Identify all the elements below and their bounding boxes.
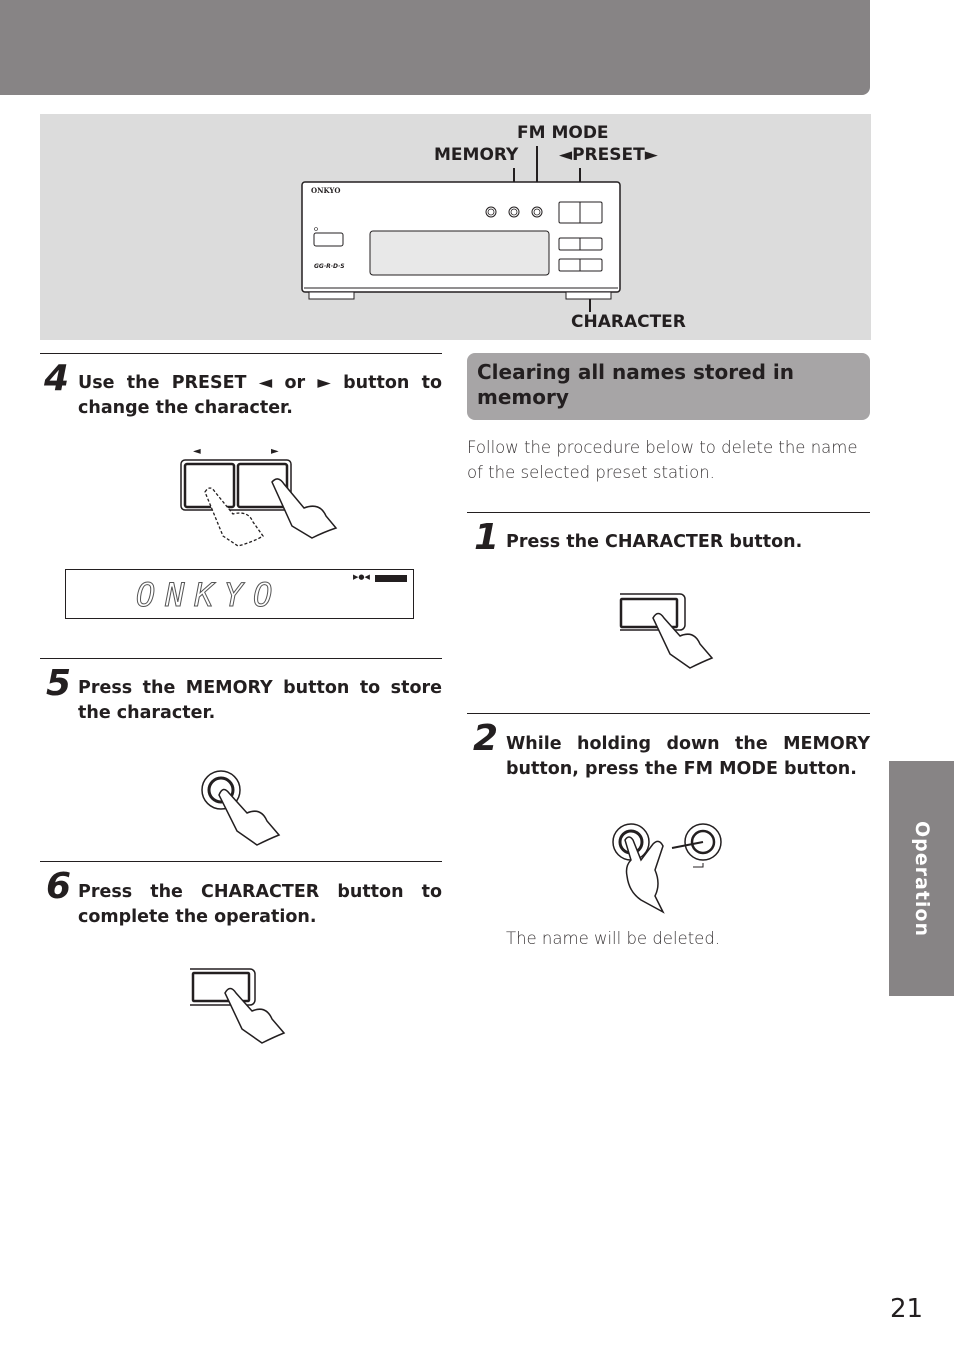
step-6-text: Press the CHARACTER button to complete t…: [78, 882, 442, 927]
step-5-divider: [40, 658, 442, 659]
step-5-text: Press the MEMORY button to store the cha…: [78, 678, 442, 723]
foot-left: [308, 291, 355, 300]
step-5-number: 5: [46, 663, 72, 704]
lcd-text: ONKYO: [135, 576, 283, 615]
preset-press-illustration: ◄ ►: [180, 446, 338, 547]
character-press-illustration: [190, 968, 286, 1044]
clear-step-1-text: Press the CHARACTER button.: [506, 532, 803, 552]
clear-step-2-text: While holding down the MEMORY button, pr…: [506, 734, 870, 779]
preset-right-arrow-icon: ►: [271, 446, 279, 457]
side-tab-label: Operation: [910, 820, 933, 937]
hand-pointer-icon: [652, 612, 714, 669]
stereo-indicator-icon: ▶●◀: [353, 573, 370, 581]
memory-fm-mode-press-illustration: [612, 823, 722, 914]
tuner-illustration: ONKYO GG·R·D·S: [301, 146, 621, 312]
brand-logo: ONKYO: [311, 186, 341, 195]
memory-button: [508, 206, 520, 218]
lcd-display: ONKYO ▶●◀: [65, 569, 414, 619]
preset-left-arrow-icon: ◄: [193, 446, 201, 457]
step-4-text: Use the PRESET ◄ or ► button to change t…: [78, 373, 442, 418]
step-4-divider: [40, 353, 442, 354]
step-4-number: 4: [44, 358, 70, 399]
power-button: [313, 232, 344, 247]
intro-text: Follow the procedure below to delete the…: [467, 438, 858, 482]
clear-step-1-number: 1: [474, 517, 500, 558]
step-6-divider: [40, 861, 442, 862]
clear-step-2-number: 2: [473, 718, 499, 759]
clear-step-1-divider: [467, 512, 870, 513]
clear-step-2-divider: [467, 713, 870, 714]
section-title: Clearing all names stored in memory: [477, 360, 795, 409]
page-number: 21: [890, 1294, 924, 1324]
memory-press-illustration: [201, 770, 281, 846]
hand-pointer-icon: [218, 788, 281, 846]
signal-bar: [375, 575, 407, 582]
result-text: The name will be deleted.: [506, 929, 721, 948]
section-side-tab: Operation: [889, 761, 954, 996]
rds-logo: GG·R·D·S: [314, 263, 345, 270]
display-window: [369, 230, 550, 276]
fm-mode-button: [531, 206, 543, 218]
step-6-number: 6: [46, 866, 72, 907]
foot-right: [565, 291, 612, 300]
section-header: Clearing all names stored in memory: [467, 353, 870, 420]
character-press-illustration: [619, 593, 714, 669]
